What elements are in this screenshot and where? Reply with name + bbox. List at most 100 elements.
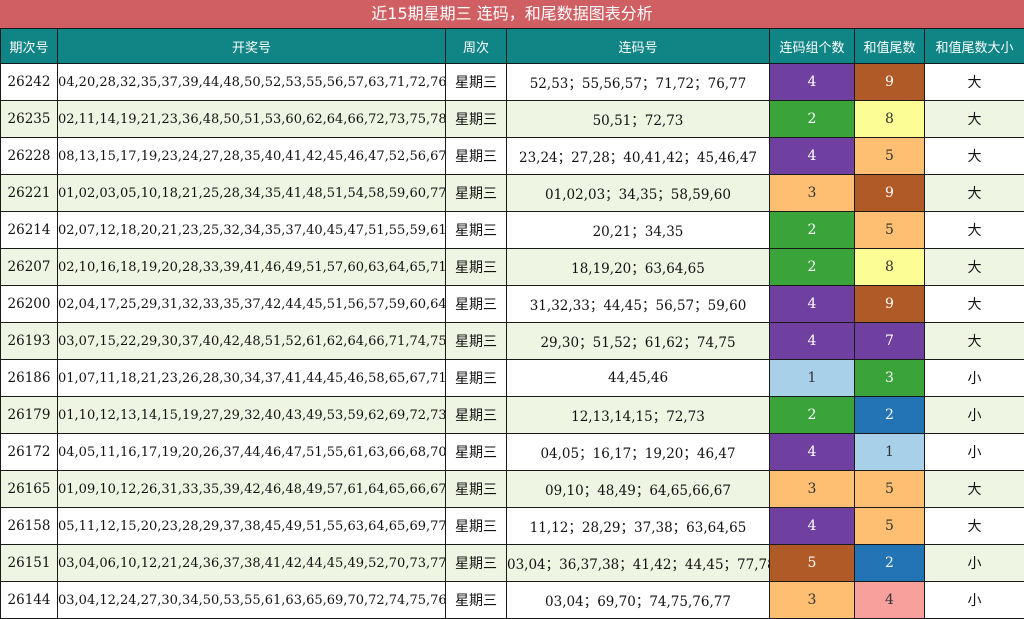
weekday-cell: 星期三 bbox=[446, 286, 507, 323]
table-row: 2615805,11,12,15,20,23,28,29,37,38,45,49… bbox=[1, 508, 1024, 545]
draw-numbers-cell: 08,13,15,17,19,23,24,27,28,35,40,41,42,4… bbox=[58, 138, 446, 175]
table-row: 2614403,04,12,24,27,30,34,50,53,55,61,63… bbox=[1, 582, 1024, 619]
draw-numbers-cell: 02,11,14,19,21,23,36,48,50,51,53,60,62,6… bbox=[58, 101, 446, 138]
table-row: 2619303,07,15,22,29,30,37,40,42,48,51,52… bbox=[1, 323, 1024, 360]
consecutive-numbers-cell: 01,02,03；34,35；58,59,60 bbox=[507, 175, 770, 212]
sum-tail-cell: 9 bbox=[855, 286, 925, 323]
consecutive-numbers-cell: 11,12；28,29；37,38；63,64,65 bbox=[507, 508, 770, 545]
tail-size-cell: 大 bbox=[925, 323, 1024, 360]
consecutive-numbers-cell: 29,30；51,52；61,62；74,75 bbox=[507, 323, 770, 360]
draw-numbers-cell: 01,09,10,12,26,31,33,35,39,42,46,48,49,5… bbox=[58, 471, 446, 508]
header-row: 期次号 开奖号 周次 连码号 连码组个数 和值尾数 和值尾数大小 bbox=[1, 29, 1024, 64]
sum-tail-cell: 8 bbox=[855, 101, 925, 138]
period-cell: 26186 bbox=[1, 360, 58, 397]
weekday-cell: 星期三 bbox=[446, 545, 507, 582]
consecutive-numbers-cell: 09,10；48,49；64,65,66,67 bbox=[507, 471, 770, 508]
weekday-cell: 星期三 bbox=[446, 434, 507, 471]
tail-size-cell: 小 bbox=[925, 360, 1024, 397]
table-row: 2622101,02,03,05,10,18,21,25,28,34,35,41… bbox=[1, 175, 1024, 212]
header-sum-tail: 和值尾数 bbox=[855, 29, 925, 64]
tail-size-cell: 大 bbox=[925, 138, 1024, 175]
table-body: 2624204,20,28,32,35,37,39,44,48,50,52,53… bbox=[1, 64, 1024, 619]
table-row: 2616501,09,10,12,26,31,33,35,39,42,46,48… bbox=[1, 471, 1024, 508]
consecutive-numbers-cell: 31,32,33；44,45；56,57；59,60 bbox=[507, 286, 770, 323]
header-weekday: 周次 bbox=[446, 29, 507, 64]
group-count-cell: 4 bbox=[770, 323, 855, 360]
draw-numbers-cell: 04,20,28,32,35,37,39,44,48,50,52,53,55,5… bbox=[58, 64, 446, 101]
table-header: 期次号 开奖号 周次 连码号 连码组个数 和值尾数 和值尾数大小 bbox=[1, 29, 1024, 64]
tail-size-cell: 大 bbox=[925, 471, 1024, 508]
weekday-cell: 星期三 bbox=[446, 249, 507, 286]
consecutive-numbers-cell: 44,45,46 bbox=[507, 360, 770, 397]
consecutive-numbers-cell: 12,13,14,15；72,73 bbox=[507, 397, 770, 434]
consecutive-numbers-cell: 20,21；34,35 bbox=[507, 212, 770, 249]
consecutive-numbers-cell: 03,04；36,37,38；41,42；44,45；77,78 bbox=[507, 545, 770, 582]
group-count-cell: 4 bbox=[770, 434, 855, 471]
tail-size-cell: 小 bbox=[925, 582, 1024, 619]
tail-size-cell: 大 bbox=[925, 64, 1024, 101]
table-row: 2621402,07,12,18,20,21,23,25,32,34,35,37… bbox=[1, 212, 1024, 249]
tail-size-cell: 大 bbox=[925, 286, 1024, 323]
group-count-cell: 3 bbox=[770, 471, 855, 508]
table-row: 2617204,05,11,16,17,19,20,26,37,44,46,47… bbox=[1, 434, 1024, 471]
sum-tail-cell: 3 bbox=[855, 360, 925, 397]
tail-size-cell: 大 bbox=[925, 249, 1024, 286]
weekday-cell: 星期三 bbox=[446, 508, 507, 545]
tail-size-cell: 大 bbox=[925, 508, 1024, 545]
draw-numbers-cell: 01,07,11,18,21,23,26,28,30,34,37,41,44,4… bbox=[58, 360, 446, 397]
sum-tail-cell: 5 bbox=[855, 212, 925, 249]
group-count-cell: 2 bbox=[770, 249, 855, 286]
period-cell: 26207 bbox=[1, 249, 58, 286]
draw-numbers-cell: 01,10,12,13,14,15,19,27,29,32,40,43,49,5… bbox=[58, 397, 446, 434]
sum-tail-cell: 2 bbox=[855, 397, 925, 434]
group-count-cell: 4 bbox=[770, 138, 855, 175]
weekday-cell: 星期三 bbox=[446, 64, 507, 101]
sum-tail-cell: 1 bbox=[855, 434, 925, 471]
report-container: 近15期星期三 连码，和尾数据图表分析 期次号 开奖号 周次 连码号 连码组个数… bbox=[0, 0, 1024, 618]
tail-size-cell: 大 bbox=[925, 175, 1024, 212]
consecutive-numbers-cell: 03,04；69,70；74,75,76,77 bbox=[507, 582, 770, 619]
draw-numbers-cell: 02,07,12,18,20,21,23,25,32,34,35,37,40,4… bbox=[58, 212, 446, 249]
group-count-cell: 3 bbox=[770, 175, 855, 212]
header-numbers: 开奖号 bbox=[58, 29, 446, 64]
table-row: 2623502,11,14,19,21,23,36,48,50,51,53,60… bbox=[1, 101, 1024, 138]
weekday-cell: 星期三 bbox=[446, 175, 507, 212]
table-row: 2620702,10,16,18,19,20,28,33,39,41,46,49… bbox=[1, 249, 1024, 286]
sum-tail-cell: 5 bbox=[855, 508, 925, 545]
table-row: 2622808,13,15,17,19,23,24,27,28,35,40,41… bbox=[1, 138, 1024, 175]
period-cell: 26200 bbox=[1, 286, 58, 323]
header-group-count: 连码组个数 bbox=[770, 29, 855, 64]
period-cell: 26228 bbox=[1, 138, 58, 175]
period-cell: 26165 bbox=[1, 471, 58, 508]
group-count-cell: 4 bbox=[770, 508, 855, 545]
weekday-cell: 星期三 bbox=[446, 212, 507, 249]
period-cell: 26242 bbox=[1, 64, 58, 101]
consecutive-numbers-cell: 52,53；55,56,57；71,72；76,77 bbox=[507, 64, 770, 101]
page-title: 近15期星期三 连码，和尾数据图表分析 bbox=[0, 0, 1024, 28]
header-consecutive: 连码号 bbox=[507, 29, 770, 64]
header-period: 期次号 bbox=[1, 29, 58, 64]
group-count-cell: 1 bbox=[770, 360, 855, 397]
group-count-cell: 3 bbox=[770, 582, 855, 619]
draw-numbers-cell: 04,05,11,16,17,19,20,26,37,44,46,47,51,5… bbox=[58, 434, 446, 471]
draw-numbers-cell: 02,10,16,18,19,20,28,33,39,41,46,49,51,5… bbox=[58, 249, 446, 286]
period-cell: 26151 bbox=[1, 545, 58, 582]
period-cell: 26214 bbox=[1, 212, 58, 249]
tail-size-cell: 小 bbox=[925, 545, 1024, 582]
sum-tail-cell: 9 bbox=[855, 175, 925, 212]
sum-tail-cell: 8 bbox=[855, 249, 925, 286]
consecutive-numbers-cell: 50,51；72,73 bbox=[507, 101, 770, 138]
group-count-cell: 2 bbox=[770, 101, 855, 138]
draw-numbers-cell: 03,04,06,10,12,21,24,36,37,38,41,42,44,4… bbox=[58, 545, 446, 582]
table-row: 2618601,07,11,18,21,23,26,28,30,34,37,41… bbox=[1, 360, 1024, 397]
period-cell: 26179 bbox=[1, 397, 58, 434]
weekday-cell: 星期三 bbox=[446, 582, 507, 619]
draw-numbers-cell: 01,02,03,05,10,18,21,25,28,34,35,41,48,5… bbox=[58, 175, 446, 212]
sum-tail-cell: 9 bbox=[855, 64, 925, 101]
weekday-cell: 星期三 bbox=[446, 101, 507, 138]
period-cell: 26172 bbox=[1, 434, 58, 471]
weekday-cell: 星期三 bbox=[446, 471, 507, 508]
weekday-cell: 星期三 bbox=[446, 138, 507, 175]
table-row: 2624204,20,28,32,35,37,39,44,48,50,52,53… bbox=[1, 64, 1024, 101]
draw-numbers-cell: 05,11,12,15,20,23,28,29,37,38,45,49,51,5… bbox=[58, 508, 446, 545]
